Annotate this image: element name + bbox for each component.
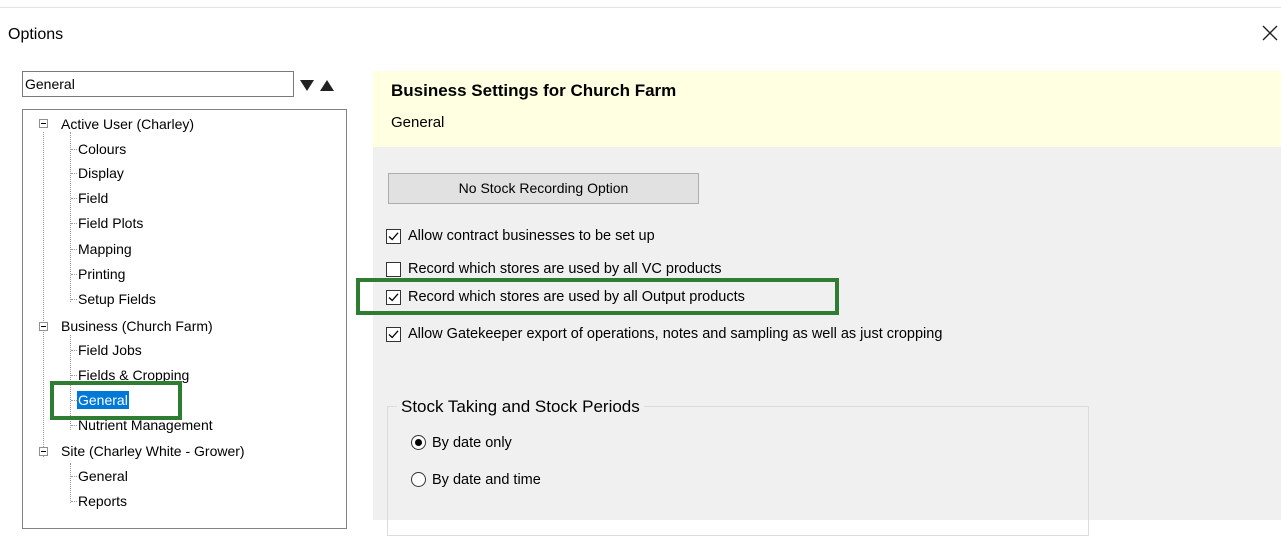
radio-label: By date and time [432, 472, 541, 488]
options-tree[interactable]: Active User (Charley) Colours Display Fi… [22, 109, 347, 529]
radio-unselected-icon[interactable] [411, 472, 426, 487]
tree-node-field-jobs[interactable]: Field Jobs [78, 341, 142, 359]
category-dropdown[interactable]: General [22, 71, 294, 97]
option-label: Record which stores are used by all Outp… [408, 289, 745, 305]
option-label: Record which stores are used by all VC p… [408, 261, 722, 277]
tree-node-general-selected[interactable]: General [77, 391, 129, 409]
checkbox-checked[interactable] [386, 327, 401, 342]
tree-node-mapping[interactable]: Mapping [78, 240, 132, 258]
tree-node-business[interactable]: Business (Church Farm) [61, 317, 213, 335]
no-stock-recording-button[interactable]: No Stock Recording Option [388, 173, 699, 204]
radio-label: By date only [432, 435, 512, 451]
tree-node-field-plots[interactable]: Field Plots [78, 214, 143, 232]
tree-node-nutrient-management[interactable]: Nutrient Management [78, 416, 213, 434]
stock-taking-group-title: Stock Taking and Stock Periods [397, 397, 644, 417]
arrow-up-icon[interactable] [317, 75, 337, 95]
checkbox-checked[interactable] [386, 229, 401, 244]
option-label: Allow contract businesses to be set up [408, 228, 655, 244]
radio-selected-icon[interactable] [411, 435, 426, 450]
settings-title: Business Settings for Church Farm [391, 81, 677, 100]
collapse-icon[interactable] [39, 322, 48, 331]
close-icon[interactable] [1259, 22, 1281, 44]
checkbox-unchecked[interactable] [386, 262, 401, 277]
window-title: Options [8, 26, 64, 43]
tree-node-site-general[interactable]: General [78, 467, 128, 485]
settings-subtitle: General [391, 114, 445, 131]
nav-arrows [297, 75, 353, 95]
tree-node-setup-fields[interactable]: Setup Fields [78, 290, 156, 308]
tree-node-reports[interactable]: Reports [78, 492, 127, 510]
category-dropdown-value: General [25, 76, 75, 92]
tree-node-display[interactable]: Display [78, 164, 124, 182]
tree-node-field[interactable]: Field [78, 189, 108, 207]
tree-node-printing[interactable]: Printing [78, 265, 125, 283]
tree-node-fields-cropping[interactable]: Fields & Cropping [78, 366, 189, 384]
window-top-edge [0, 0, 1281, 8]
option-label: Allow Gatekeeper export of operations, n… [408, 326, 943, 342]
collapse-icon[interactable] [39, 447, 48, 456]
collapse-icon[interactable] [39, 119, 48, 128]
tree-node-site[interactable]: Site (Charley White - Grower) [61, 442, 245, 460]
arrow-down-icon[interactable] [297, 75, 317, 95]
tree-node-colours[interactable]: Colours [78, 140, 126, 158]
settings-header: Business Settings for Church Farm Genera… [373, 71, 1281, 147]
tree-node-active-user[interactable]: Active User (Charley) [61, 115, 194, 133]
checkbox-checked[interactable] [386, 290, 401, 305]
